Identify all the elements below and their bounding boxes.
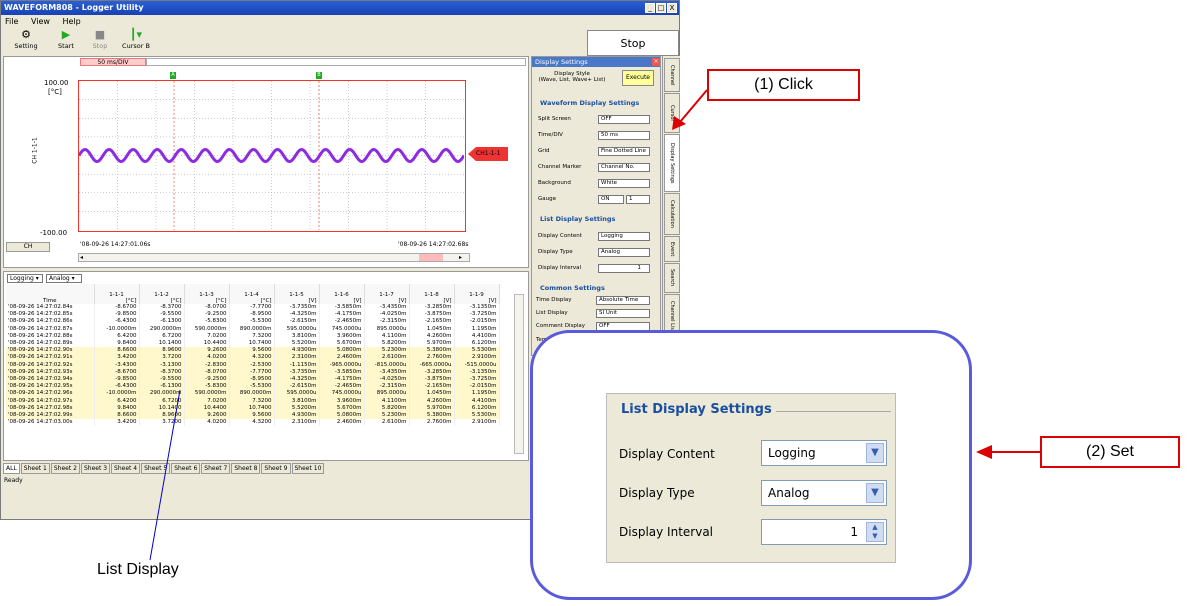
arrow-2-head [976,445,992,459]
zoom-display-type-value: Analog [768,486,810,500]
zoom-display-type-select[interactable]: Analog ▼ [761,480,887,506]
zoom-display-content-select[interactable]: Logging ▼ [761,440,887,466]
spinner-icon[interactable]: ▲ ▼ [866,522,884,542]
set-callout: (2) Set [1040,436,1180,468]
zoom-display-content-value: Logging [768,446,816,460]
zoom-display-interval-value: 1 [850,525,858,539]
arrow-1-line [679,89,708,123]
zoom-display-interval-label: Display Interval [619,525,714,539]
click-callout: (1) Click [707,69,860,101]
zoomed-list-settings: List Display Settings Display Content Lo… [606,393,896,563]
chevron-down-icon[interactable]: ▼ [866,443,884,463]
zoom-display-interval-input[interactable]: 1 ▲ ▼ [761,519,887,545]
list-display-pointer [149,389,181,561]
zoom-list-settings-header: List Display Settings [621,402,776,417]
zoom-display-content-label: Display Content [619,447,715,461]
zoom-display-type-label: Display Type [619,486,695,500]
list-display-annotation: List Display [97,561,179,578]
chevron-down-icon[interactable]: ▼ [866,483,884,503]
